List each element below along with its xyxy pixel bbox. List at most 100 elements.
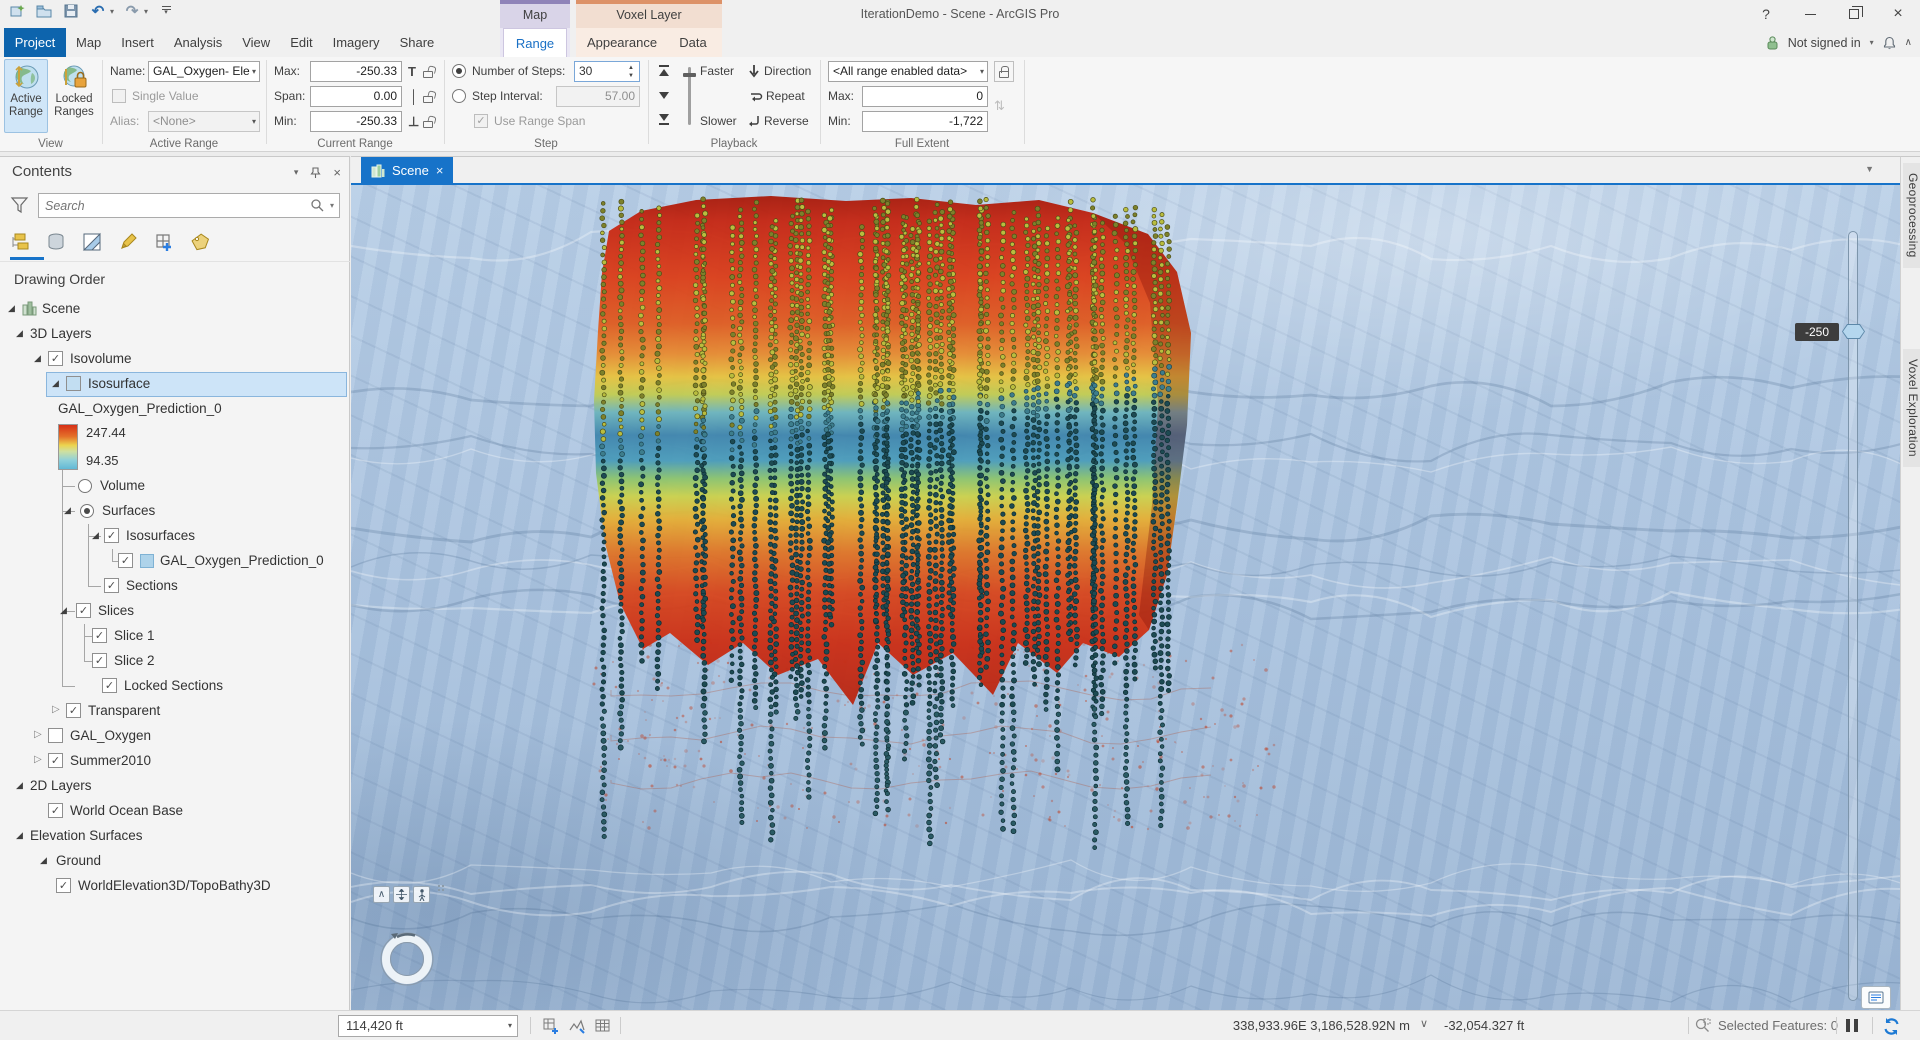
list-by-drawing-order-tab[interactable] — [8, 230, 32, 254]
new-layout-icon[interactable] — [542, 1017, 560, 1035]
refresh-extent-icon[interactable]: ⇅ — [994, 98, 1005, 114]
visibility-checkbox[interactable]: ✓ — [92, 628, 107, 643]
signin-status[interactable]: Not signed in — [1788, 36, 1861, 50]
visibility-checkbox[interactable]: ✓ — [66, 703, 81, 718]
current-min-field[interactable]: -250.33 — [310, 111, 402, 132]
collapse-ribbon-icon[interactable]: ∧ — [1905, 37, 1912, 48]
tree-item-gal-oxygen-prediction-0[interactable]: ✓GAL_Oxygen_Prediction_0 — [0, 549, 350, 574]
restore-button[interactable] — [1832, 0, 1876, 28]
steps-spinner[interactable]: 30 ▲ ▼ — [574, 61, 640, 82]
compass-wheel[interactable] — [375, 927, 439, 991]
tab-view[interactable]: View — [232, 28, 280, 57]
pause-drawing-button[interactable] — [1846, 1019, 1858, 1032]
search-input[interactable] — [45, 196, 295, 215]
tree-item-volume[interactable]: Volume — [0, 474, 350, 499]
redo-icon[interactable]: ↷ — [123, 2, 141, 20]
close-button[interactable]: × — [1876, 0, 1920, 28]
tab-insert[interactable]: Insert — [111, 28, 164, 57]
selection-zoom-icon[interactable] — [1694, 1017, 1712, 1035]
search-dropdown-icon[interactable]: ▾ — [330, 201, 334, 210]
panel-menu-icon[interactable]: ▾ — [294, 167, 299, 178]
refresh-view-icon[interactable] — [1882, 1017, 1900, 1035]
open-table-icon[interactable] — [594, 1017, 612, 1035]
reverse-icon[interactable] — [746, 113, 764, 131]
tab-appearance[interactable]: Appearance — [582, 28, 662, 57]
scene-view-tab[interactable]: Scene × — [361, 157, 453, 184]
active-range-button[interactable]: Active Range — [4, 59, 48, 133]
collapse-icon[interactable]: ◢ — [40, 855, 47, 866]
visibility-checkbox[interactable] — [66, 376, 81, 391]
mode-radio[interactable] — [80, 504, 94, 518]
visibility-checkbox[interactable] — [48, 728, 63, 743]
visibility-checkbox[interactable]: ✓ — [118, 553, 133, 568]
selected-features-status[interactable]: Selected Features: 0 — [1718, 1018, 1838, 1033]
tree-item-2d-layers[interactable]: ◢2D Layers — [0, 774, 350, 799]
visibility-checkbox[interactable]: ✓ — [48, 753, 63, 768]
search-icon[interactable] — [310, 198, 325, 213]
save-project-icon[interactable] — [62, 2, 80, 20]
tree-item-isosurfaces[interactable]: ◢✓Isosurfaces — [0, 524, 350, 549]
help-button[interactable]: ? — [1744, 0, 1788, 28]
direction-label[interactable]: Direction — [764, 61, 811, 82]
scene-tab-close-icon[interactable]: × — [436, 163, 444, 178]
collapse-icon[interactable]: ◢ — [60, 605, 67, 616]
collapse-icon[interactable]: ◢ — [16, 328, 23, 339]
max-lock-button[interactable] — [418, 61, 438, 82]
scale-selector[interactable]: 114,420 ft▾ — [338, 1015, 518, 1037]
collapse-icon[interactable]: ◢ — [16, 780, 23, 791]
tree-item-sections[interactable]: ✓Sections — [0, 574, 350, 599]
list-by-data-source-tab[interactable] — [44, 230, 68, 254]
open-project-icon[interactable] — [35, 2, 53, 20]
expand-icon[interactable]: ▷ — [34, 729, 42, 740]
scene-viewport[interactable]: ∧ -250 — [351, 183, 1900, 1010]
filter-funnel-icon[interactable] — [10, 195, 30, 215]
expand-icon[interactable]: ▷ — [34, 754, 42, 765]
repeat-icon[interactable] — [748, 88, 766, 106]
expand-nav-icon[interactable]: ∧ — [373, 886, 390, 903]
full-extent-preset-dropdown[interactable]: <All range enabled data>▾ — [828, 61, 988, 82]
tree-item-locked-sections[interactable]: ✓Locked Sections — [0, 674, 350, 699]
tree-item-isovolume[interactable]: ◢✓Isovolume — [0, 347, 350, 372]
collapse-icon[interactable]: ◢ — [8, 303, 15, 314]
full-extent-max-field[interactable]: 0 — [862, 86, 988, 107]
tree-item-slice-2[interactable]: ✓Slice 2 — [0, 649, 350, 674]
tree-item-scene[interactable]: ◢Scene — [0, 297, 350, 322]
list-by-labeling-tab[interactable] — [188, 230, 212, 254]
visibility-checkbox[interactable]: ✓ — [48, 803, 63, 818]
current-max-field[interactable]: -250.33 — [310, 61, 402, 82]
tree-item-gal-oxygen-prediction-0[interactable]: GAL_Oxygen_Prediction_0 — [0, 397, 350, 422]
step-to-start-button[interactable] — [654, 61, 674, 81]
tree-item-gal-oxygen[interactable]: ▷GAL_Oxygen — [0, 724, 350, 749]
tab-project[interactable]: Project — [4, 28, 66, 57]
alias-dropdown[interactable]: <None>▾ — [148, 111, 260, 132]
collapse-icon[interactable]: ◢ — [52, 378, 59, 389]
tree-item-world-ocean-base[interactable]: ✓World Ocean Base — [0, 799, 350, 824]
customize-qat-icon[interactable]: ▾ — [157, 2, 175, 20]
notifications-bell-icon[interactable] — [1883, 36, 1896, 50]
visibility-checkbox[interactable]: ✓ — [92, 653, 107, 668]
undo-dropdown-icon[interactable]: ▾ — [110, 7, 114, 16]
step-to-end-button[interactable] — [654, 109, 674, 129]
visibility-checkbox[interactable]: ✓ — [104, 578, 119, 593]
snapshot-report-button[interactable] — [1861, 986, 1891, 1009]
redo-dropdown-icon[interactable]: ▾ — [144, 7, 148, 16]
spinner-down-icon[interactable]: ▼ — [625, 72, 637, 81]
coords-dropdown-icon[interactable]: ∨ — [1420, 1017, 1428, 1030]
tree-item-summer2010[interactable]: ▷✓Summer2010 — [0, 749, 350, 774]
full-extent-lock-button[interactable] — [994, 61, 1014, 82]
collapse-icon[interactable]: ◢ — [34, 353, 41, 364]
tree-item-transparent[interactable]: ▷✓Transparent — [0, 699, 350, 724]
tree-item-isosurface[interactable]: ◢Isosurface — [0, 372, 350, 397]
new-project-icon[interactable] — [8, 2, 26, 20]
span-field[interactable]: 0.00 — [310, 86, 402, 107]
visibility-checkbox[interactable]: ✓ — [102, 678, 117, 693]
speed-slider-handle[interactable] — [683, 73, 696, 77]
georeference-icon[interactable] — [568, 1017, 586, 1035]
mode-radio[interactable] — [78, 479, 92, 493]
visibility-checkbox[interactable]: ✓ — [56, 878, 71, 893]
panel-close-icon[interactable]: × — [333, 165, 341, 180]
reverse-label[interactable]: Reverse — [764, 111, 809, 132]
tree-item-3d-layers[interactable]: ◢3D Layers — [0, 322, 350, 347]
step-forward-button[interactable] — [654, 85, 674, 105]
locked-ranges-button[interactable]: Locked Ranges — [52, 59, 96, 133]
